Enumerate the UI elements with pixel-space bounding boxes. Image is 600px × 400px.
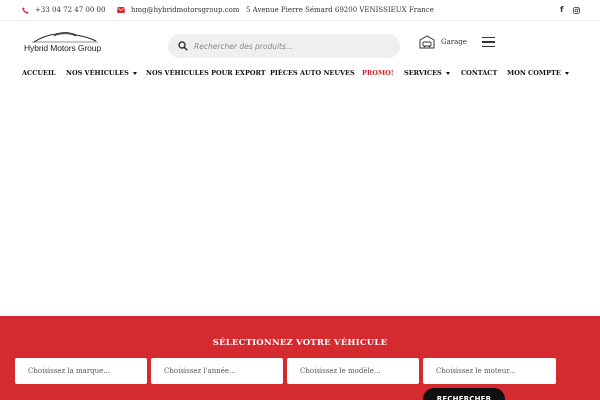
email-contact[interactable]: hmg@hybridmotorsgroup.com: [117, 6, 239, 14]
nav-item-export[interactable]: NOS VÉHICULES POUR EXPORT: [146, 69, 266, 77]
address-text: 5 Avenue Pierre Sémard 69200 VENISSIEUX …: [246, 6, 434, 14]
logo[interactable]: Hybrid Motors Group: [24, 30, 108, 56]
selector-title: SÉLECTIONNEZ VOTRE VÉHICULE: [212, 338, 388, 348]
select-year[interactable]: Choisissez l'année...: [151, 358, 283, 384]
phone-icon: [22, 6, 29, 14]
nav-item-contact[interactable]: CONTACT: [461, 69, 497, 77]
search-input[interactable]: [194, 41, 384, 51]
chevron-down-icon: [445, 71, 450, 75]
search-icon: [178, 41, 188, 51]
chevron-down-icon: [564, 71, 569, 75]
phone-contact[interactable]: +33 04 72 47 00 00: [22, 6, 105, 14]
garage-icon: [419, 35, 435, 49]
email-address: hmg@hybridmotorsgroup.com: [131, 6, 240, 14]
phone-number: +33 04 72 47 00 00: [35, 6, 106, 14]
nav-item-accueil[interactable]: ACCUEIL: [22, 69, 56, 77]
nav-item-services[interactable]: SERVICES: [404, 69, 450, 77]
main-navigation: ACCUEIL NOS VÉHICULES NOS VÉHICULES POUR…: [0, 69, 600, 81]
chevron-down-icon: [132, 71, 137, 75]
product-search[interactable]: [168, 34, 400, 58]
nav-item-pieces-auto[interactable]: PIÈCES AUTO NEUVES: [270, 69, 355, 77]
menu-hamburger-icon[interactable]: [482, 37, 495, 47]
vehicle-selector: SÉLECTIONNEZ VOTRE VÉHICULE Choisissez l…: [0, 316, 600, 400]
garage-link[interactable]: Garage: [419, 35, 467, 49]
logo-text: Hybrid Motors Group: [24, 43, 101, 53]
search-vehicle-button[interactable]: RECHERCHER: [423, 388, 505, 400]
select-model[interactable]: Choisissez le modèle...: [287, 358, 419, 384]
envelope-icon: [117, 7, 125, 13]
car-silhouette-icon: [32, 32, 98, 43]
nav-item-promo[interactable]: PROMO!: [362, 69, 394, 77]
select-brand[interactable]: Choisissez la marque...: [15, 358, 147, 384]
facebook-icon[interactable]: f: [560, 5, 563, 14]
nav-item-nos-vehicules[interactable]: NOS VÉHICULES: [66, 69, 137, 77]
address: 5 Avenue Pierre Sémard 69200 VENISSIEUX …: [246, 6, 434, 14]
garage-label: Garage: [441, 38, 467, 46]
nav-item-mon-compte[interactable]: MON COMPTE: [507, 69, 569, 77]
top-bar: +33 04 72 47 00 00 hmg@hybridmotorsgroup…: [0, 0, 600, 21]
select-engine[interactable]: Choisissez le moteur...: [423, 358, 556, 384]
instagram-icon[interactable]: [573, 7, 580, 14]
